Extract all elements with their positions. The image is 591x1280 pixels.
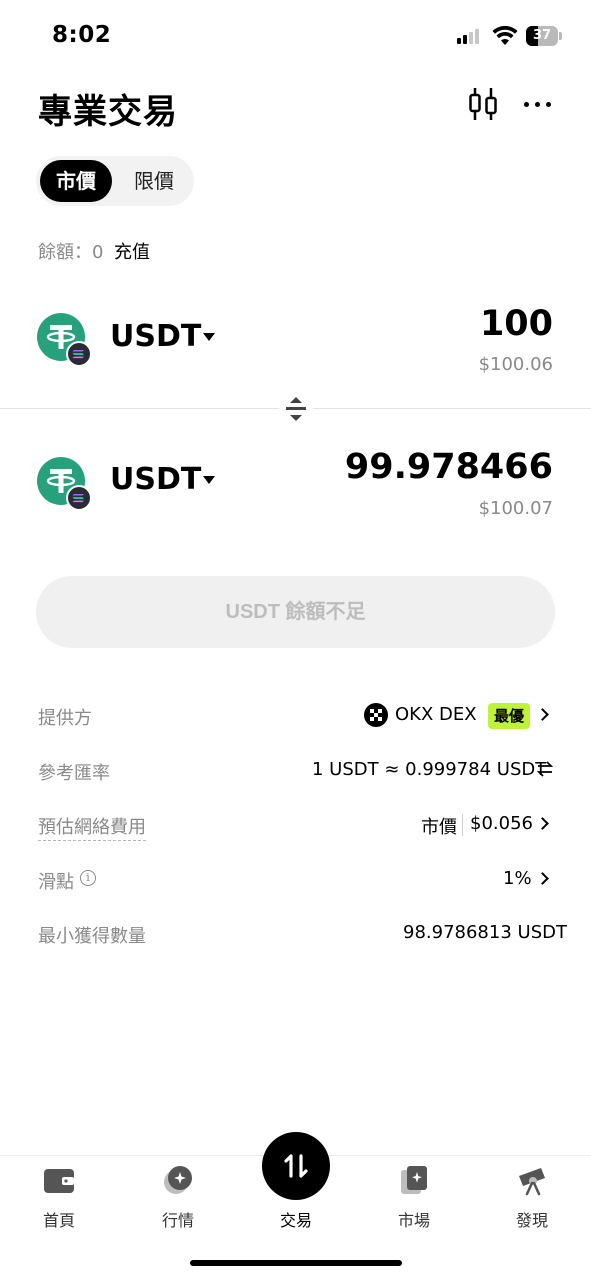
tab-limit[interactable]: 限價: [118, 160, 190, 202]
home-indicator: [190, 1260, 402, 1266]
network-fee-value[interactable]: $0.056: [470, 813, 533, 834]
network-fee-mode: 市價: [421, 817, 457, 838]
min-received-value: 98.9786813 USDT: [403, 922, 567, 943]
nav-label-home: 首頁: [42, 1211, 75, 1230]
from-usd-value: $100.06: [478, 354, 553, 375]
separator: [462, 814, 463, 836]
market-icon: [138, 1162, 218, 1200]
rate-value: 1 USDT ≈ 0.999784 USDT: [312, 759, 547, 780]
okx-logo-icon: [364, 703, 388, 727]
rate-label: 參考匯率: [38, 763, 110, 784]
nav-label-discover: 發現: [515, 1211, 548, 1230]
nft-market-icon: [374, 1162, 454, 1200]
status-time: 8:02: [52, 22, 112, 48]
slippage-value[interactable]: 1%: [503, 868, 532, 889]
info-icon[interactable]: i: [80, 870, 96, 886]
tab-market[interactable]: 市價: [40, 160, 112, 202]
wifi-icon: [492, 26, 518, 45]
to-usd-value: $100.07: [478, 498, 553, 519]
nav-label-market: 行情: [161, 1211, 194, 1230]
swap-arrows-icon: [262, 1132, 330, 1200]
provider-value[interactable]: OKX DEX: [395, 704, 477, 725]
status-bar: 8:02 37: [0, 0, 591, 76]
swap-direction-icon[interactable]: [279, 394, 313, 424]
to-amount: 99.978466: [344, 447, 553, 487]
nav-label-nft-market: 市場: [397, 1211, 430, 1230]
solana-icon: [66, 341, 92, 367]
best-badge: 最優: [488, 703, 531, 729]
network-fee-label: 預估網絡費用: [38, 813, 146, 841]
candlestick-chart-icon[interactable]: [466, 86, 500, 122]
order-type-tabs: 市價 限價: [36, 156, 194, 206]
solana-icon: [66, 485, 92, 511]
cellular-signal-icon: [457, 28, 479, 44]
insufficient-balance-button[interactable]: USDT 餘額不足: [36, 576, 555, 648]
more-dots-icon[interactable]: [520, 95, 554, 113]
caret-down-icon: [203, 476, 215, 484]
telescope-icon: [492, 1162, 572, 1200]
deposit-link[interactable]: 充值: [114, 238, 150, 264]
page-title: 專業交易: [38, 92, 178, 132]
min-received-label: 最小獲得數量: [38, 926, 146, 947]
provider-label: 提供方: [38, 708, 92, 729]
swap-rate-icon[interactable]: [536, 760, 554, 778]
wallet-icon: [19, 1162, 99, 1200]
from-token-symbol: USDT: [110, 319, 202, 354]
from-amount-input[interactable]: 100: [480, 304, 553, 344]
nav-label-trade: 交易: [279, 1211, 312, 1230]
battery-cap: [559, 32, 562, 40]
battery-icon: 37: [526, 26, 558, 46]
balance-label: 餘額：0: [38, 242, 104, 263]
network-fee-label-text: 預估網絡費用: [38, 817, 146, 841]
chevron-right-icon[interactable]: [536, 708, 549, 721]
slippage-label: 滑點: [38, 872, 74, 893]
battery-level: 37: [532, 28, 552, 43]
chevron-right-icon[interactable]: [536, 872, 549, 885]
caret-down-icon: [203, 333, 215, 341]
to-token-symbol: USDT: [110, 462, 202, 497]
chevron-right-icon[interactable]: [536, 817, 549, 830]
